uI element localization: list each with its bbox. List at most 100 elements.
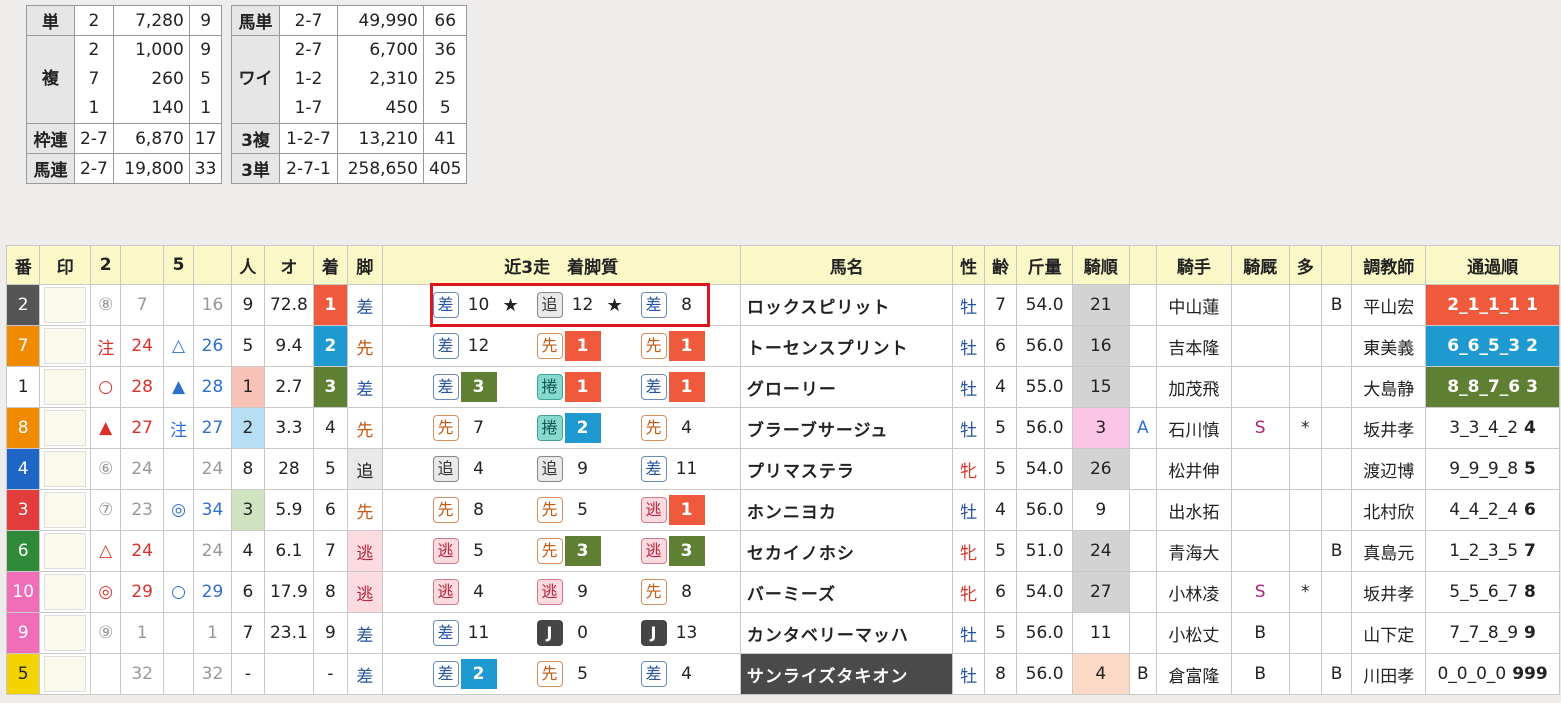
table-row[interactable]: 7 注 24 △ 26 5 9.4 2 先差 12 先 1 先 1 トーセンスプリント牡 6 56.0 16 吉本隆… <box>5 325 1560 367</box>
jockey-rank: 4 <box>1071 653 1130 695</box>
sex: 牡 <box>952 325 985 367</box>
jockey-mark <box>1128 489 1157 531</box>
passing-order: 1_2_3_5 7 <box>1425 530 1560 572</box>
mark-input[interactable] <box>44 574 87 610</box>
value-2: 29 <box>120 571 164 613</box>
odds: 6.1 <box>264 530 314 572</box>
jockey: 小林凌 <box>1155 571 1232 613</box>
running-style: 差 <box>347 612 383 654</box>
jockey: 松井伸 <box>1155 448 1232 490</box>
value-2: 24 <box>120 530 164 572</box>
header-passing: 通過順 <box>1425 245 1560 285</box>
jockey-rank: 24 <box>1071 530 1130 572</box>
table-row[interactable]: 2 ⑧ 7 16 9 72.8 1 差差 10 ★ 追 12 ★ 差 8 ロックスピリット牡 7 54.0 21 中山… <box>5 284 1560 326</box>
mark-input[interactable] <box>44 328 87 364</box>
jockey-stable <box>1230 366 1290 408</box>
odds <box>264 653 314 695</box>
jockey: 中山蓮 <box>1155 284 1232 326</box>
jockey-stable <box>1230 325 1290 367</box>
header-ninki: 人 <box>230 245 266 285</box>
trainer: 東美義 <box>1351 325 1427 367</box>
umaren-pop: 33 <box>188 153 223 184</box>
table-row[interactable]: 8 ▲ 27 注 27 2 3.3 4 先先 7 捲 2 先 4 ブラーブサージュ牡 5 56.0 3 A 石川慎 S *… <box>5 407 1560 449</box>
passing-result: 2 <box>1526 336 1538 356</box>
mark-2: △ <box>90 530 122 572</box>
passing-result: 7 <box>1524 541 1536 561</box>
trainer: 平山宏 <box>1351 284 1427 326</box>
mark-input[interactable] <box>44 615 87 651</box>
trainer: 大島静 <box>1351 366 1427 408</box>
jockey-rank: 9 <box>1071 489 1130 531</box>
trainer-mark <box>1320 489 1353 531</box>
mark-input[interactable] <box>44 451 87 487</box>
jockey-rank: 27 <box>1071 571 1130 613</box>
table-row[interactable]: 6 △ 24 24 4 6.1 7 逃逃 5 先 3 逃 3 セカイノホシ牝 5 51.0 24 青海大 B 真島元 1… <box>5 530 1560 572</box>
table-row[interactable]: 3 ⑦ 23 ◎ 34 3 5.9 6 先先 8 先 5 逃 1 ホンニヨカ牡 4 56.0 9 出水拓 北村欣 4_4… <box>5 489 1560 531</box>
passing-order: 4_4_2_4 6 <box>1425 489 1560 531</box>
value-5: 16 <box>193 284 232 326</box>
running-style: 先 <box>347 489 383 531</box>
popularity: 2 <box>230 407 266 449</box>
mark-input[interactable] <box>44 656 87 692</box>
fuku-pops: 951 <box>188 35 223 124</box>
sanfuku-horse: 1-2-7 <box>279 123 338 154</box>
multi <box>1288 366 1322 408</box>
header-trainer: 調教師 <box>1351 245 1427 285</box>
passing-order: 8_8_7_6 3 <box>1425 366 1560 408</box>
header-kyaku: 脚 <box>347 245 383 285</box>
value-5: 28 <box>193 366 232 408</box>
table-row[interactable]: 5 32 32- - 差差 2 先 5 差 4 サンライズタキオン牡 8 56.0 4 B 倉富隆 B B 川田孝 0… <box>5 653 1560 695</box>
weight: 54.0 <box>1016 448 1073 490</box>
value-2: 7 <box>120 284 164 326</box>
recent-3-runs: 差3捲1差1 <box>381 366 741 408</box>
recent-run: 先5 <box>536 659 633 689</box>
mark-input[interactable] <box>44 492 87 528</box>
sex: 牡 <box>952 284 985 326</box>
mark-2: ◎ <box>90 571 122 613</box>
recent-place: 7 <box>473 418 484 438</box>
value-2: 32 <box>120 653 164 695</box>
trainer-mark <box>1320 366 1353 408</box>
header-chaku: 着 <box>312 245 349 285</box>
jockey-stable <box>1230 284 1290 326</box>
passing-result: 4 <box>1524 418 1536 438</box>
table-row[interactable]: 9 ⑨ 1 1 7 23.1 9 差差 11 J 0 J 13 カンタベリーマッハ牡 5 56.0 11 小松丈 B… <box>5 612 1560 654</box>
multi <box>1288 612 1322 654</box>
recent-run: 逃9 <box>536 577 633 607</box>
sex: 牝 <box>952 571 985 613</box>
recent-place: 9 <box>577 459 588 479</box>
recent-3-runs: 先7捲2先4 <box>381 407 741 449</box>
table-row[interactable]: 1 ○ 28 ▲ 28 1 2.7 3 差差 3 捲 1 差 1 グローリー牡 4 55.0 15 加茂飛 大島静 8_… <box>5 366 1560 408</box>
style-badge: 先 <box>640 333 667 359</box>
mark-input[interactable] <box>44 369 87 405</box>
age: 5 <box>983 530 1018 572</box>
passing-positions: 0_0_0_0 <box>1437 664 1507 684</box>
header-ta: 多 <box>1288 245 1322 285</box>
recent-3-runs: 逃5先3逃3 <box>381 530 741 572</box>
recent-place: 1 <box>668 372 705 402</box>
mark-input[interactable] <box>44 533 87 569</box>
table-row[interactable]: 4 ⑥ 24 24 8 28 5 追追 4 追 9 差 11 プリマステラ牝 5 54.0 26 松井伸 渡辺博 9_… <box>5 448 1560 490</box>
sex: 牡 <box>952 489 985 531</box>
mark-cell <box>39 325 92 367</box>
recent-place: 12 <box>467 336 490 356</box>
mark-5: ▲ <box>162 366 195 408</box>
mark-input[interactable] <box>44 287 87 323</box>
popularity: 5 <box>230 325 266 367</box>
umaren-amount: 19,800 <box>112 153 190 184</box>
table-row[interactable]: 10 ◎ 29 ○ 29 6 17.9 8 逃逃 4 逃 9 先 8 バーミーズ牝 6 54.0 27 小林凌 S * 坂… <box>5 571 1560 613</box>
star-icon: ★ <box>606 294 623 316</box>
jockey-rank: 15 <box>1071 366 1130 408</box>
style-badge: J <box>640 620 667 646</box>
recent-run: 差 12 <box>432 331 529 361</box>
recent-3-runs: 先8先5逃1 <box>381 489 741 531</box>
trainer-mark <box>1320 325 1353 367</box>
jockey-mark <box>1128 366 1157 408</box>
header-odds: オ <box>264 245 314 285</box>
mark-input[interactable] <box>44 410 87 446</box>
age: 8 <box>983 653 1018 695</box>
jockey: 出水拓 <box>1155 489 1232 531</box>
style-badge: 差 <box>432 333 459 359</box>
santan-pop: 405 <box>422 153 468 184</box>
trainer-mark: B <box>1320 653 1353 695</box>
